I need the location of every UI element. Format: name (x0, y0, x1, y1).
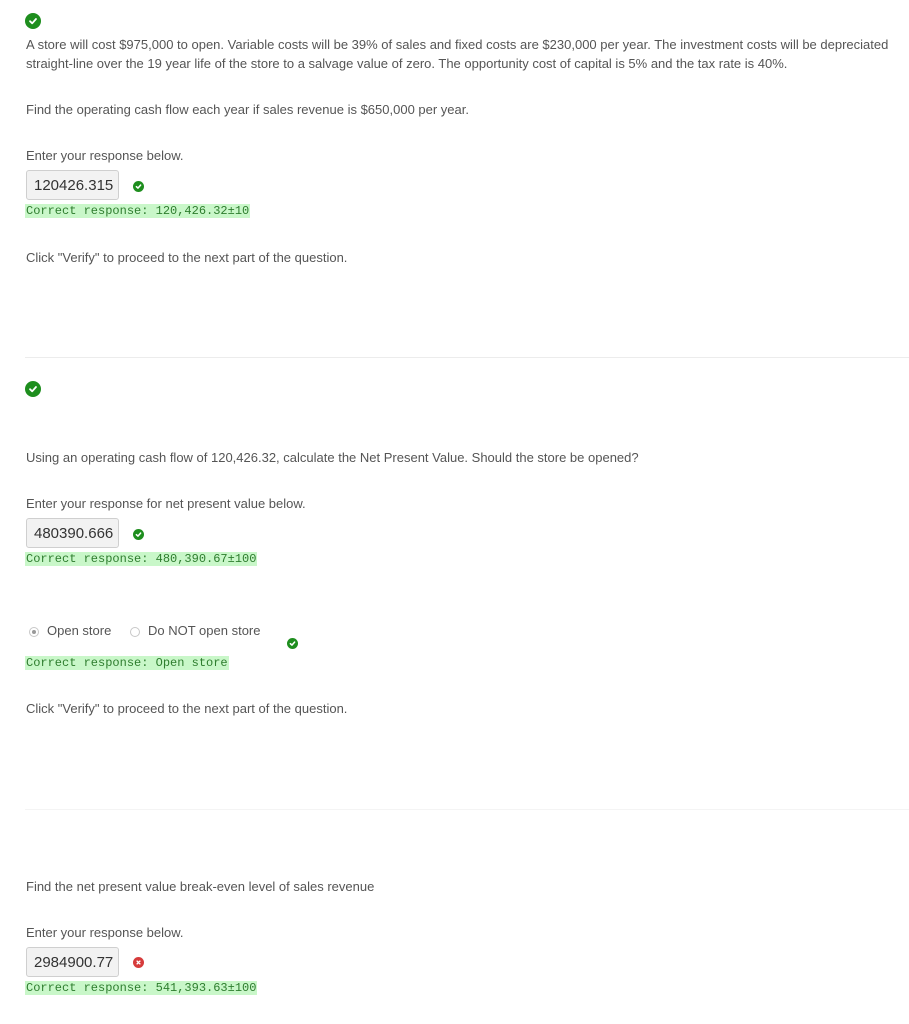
problem-text: A store will cost $975,000 to open. Vari… (26, 37, 889, 71)
radio-label-open-store[interactable]: Open store (47, 621, 111, 640)
check-circle-icon (25, 381, 41, 397)
breakeven-answer-input[interactable]: 2984900.77 (26, 947, 119, 977)
response-prompt: Enter your response below. (26, 148, 184, 163)
answer-input[interactable]: 120426.315 (26, 170, 119, 200)
radio-open-store[interactable] (29, 627, 39, 637)
verify-instruction: Click "Verify" to proceed to the next pa… (26, 701, 348, 716)
verify-instruction: Click "Verify" to proceed to the next pa… (26, 250, 348, 265)
correct-response: Correct response: 541,393.63±100 (25, 981, 258, 995)
correct-response: Correct response: Open store (25, 656, 229, 670)
x-circle-icon (133, 957, 144, 968)
question-text: Using an operating cash flow of 120,426.… (26, 450, 639, 465)
check-circle-icon (133, 181, 144, 192)
radio-do-not-open-store[interactable] (130, 627, 140, 637)
check-circle-icon (133, 529, 144, 540)
check-circle-icon (287, 638, 298, 649)
question-text: Find the net present value break-even le… (26, 879, 375, 894)
npv-answer-input[interactable]: 480390.666 (26, 518, 119, 548)
response-prompt: Enter your response for net present valu… (26, 496, 306, 511)
correct-response: Correct response: 480,390.67±100 (25, 552, 258, 566)
section-divider (25, 357, 909, 358)
check-circle-icon (25, 13, 41, 29)
radio-label-do-not-open-store[interactable]: Do NOT open store (148, 621, 260, 640)
correct-response: Correct response: 120,426.32±10 (25, 204, 251, 218)
section-divider (25, 809, 909, 810)
question-text: Find the operating cash flow each year i… (26, 102, 469, 117)
response-prompt: Enter your response below. (26, 925, 184, 940)
